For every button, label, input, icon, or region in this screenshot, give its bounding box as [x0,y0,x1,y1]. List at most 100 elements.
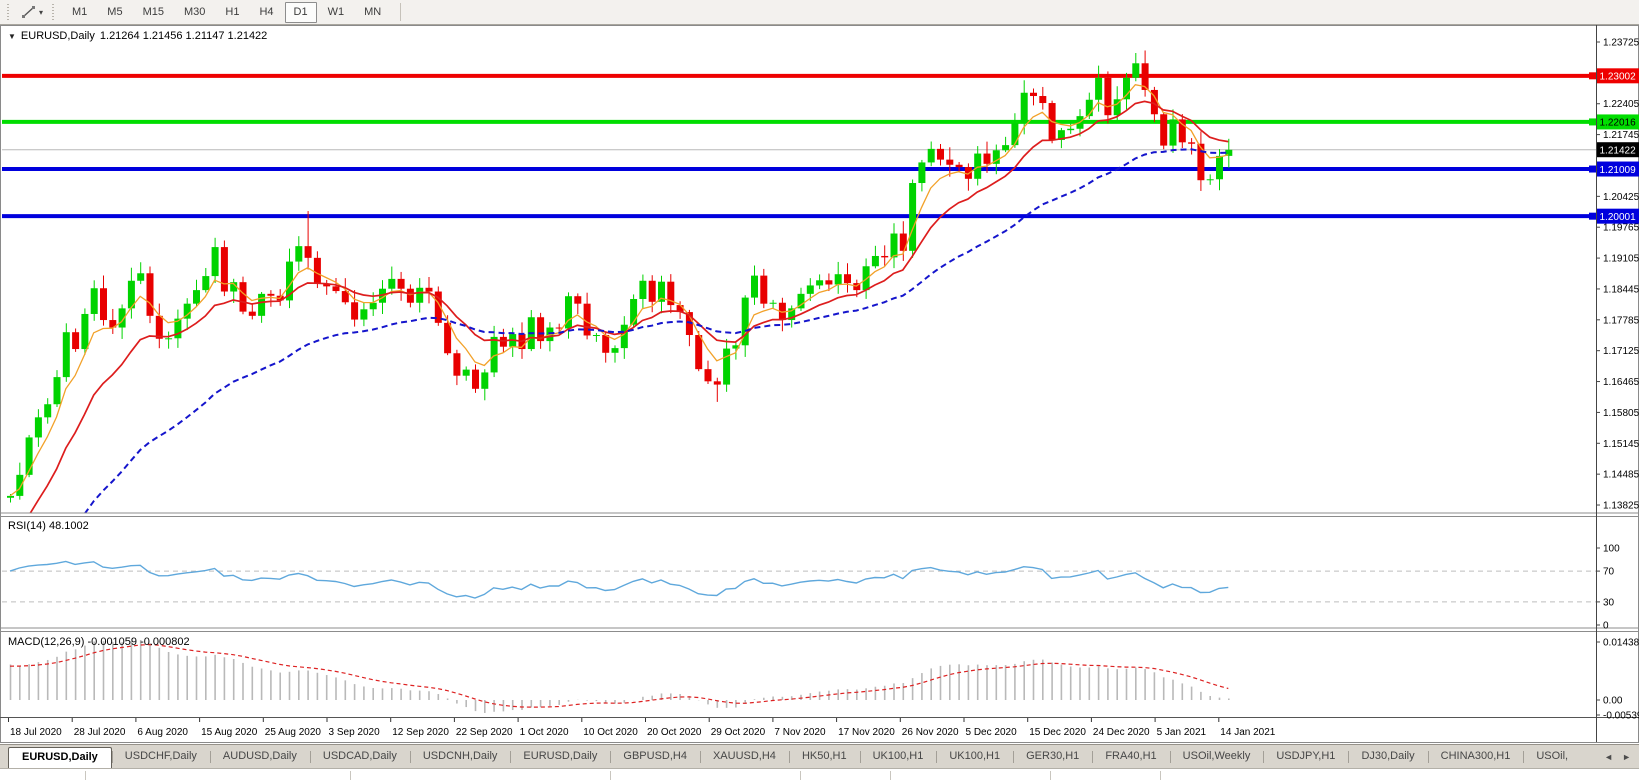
svg-text:1.23725: 1.23725 [1603,38,1639,49]
timeframe-button-m1[interactable]: M1 [63,2,96,23]
tab-scroll-controls: ◄ ► [1593,745,1639,768]
level-handle-support-blue-1[interactable] [1589,166,1596,173]
chart-tab-eurusd-daily-0[interactable]: EURUSD,Daily [8,747,112,768]
svg-text:1.21745: 1.21745 [1603,130,1639,141]
svg-text:29 Oct 2020: 29 Oct 2020 [711,727,766,738]
svg-text:5 Jan 2021: 5 Jan 2021 [1157,727,1207,738]
svg-text:1.15805: 1.15805 [1603,408,1639,419]
svg-text:0: 0 [1603,621,1609,632]
chart-tab-usoil--17[interactable]: USOil, [1523,745,1581,768]
tab-scroll-left-icon[interactable]: ◄ [1601,750,1616,764]
svg-text:15 Aug 2020: 15 Aug 2020 [201,727,258,738]
timeframe-button-m5[interactable]: M5 [98,2,131,23]
macd-signal-line [10,645,1228,708]
svg-text:1 Oct 2020: 1 Oct 2020 [520,727,569,738]
price-badge-text-support-blue-2: 1.20001 [1600,212,1637,223]
level-handle-resistance-red[interactable] [1589,72,1596,79]
chart-ohlc-values: 1.21264 1.21456 1.21147 1.21422 [100,30,267,42]
price-badge-text-support-blue-1: 1.21009 [1600,165,1637,176]
chart-tab-uk100-h1-9[interactable]: UK100,H1 [860,745,937,768]
status-bar [0,768,1639,780]
svg-text:28 Jul 2020: 28 Jul 2020 [74,727,126,738]
svg-text:-0.005396: -0.005396 [1603,711,1639,722]
svg-text:1.18445: 1.18445 [1603,284,1639,295]
svg-text:17 Nov 2020: 17 Nov 2020 [838,727,895,738]
level-handle-resistance-green[interactable] [1589,118,1596,125]
toolbar-separator [400,3,401,21]
chart-tab-usdchf-daily-1[interactable]: USDCHF,Daily [112,745,210,768]
ma-fast-line [10,85,1228,496]
svg-text:7 Nov 2020: 7 Nov 2020 [774,727,826,738]
line-tool-button[interactable]: ▾ [18,3,46,21]
chart-tab-dj30-daily-15[interactable]: DJ30,Daily [1348,745,1427,768]
svg-text:100: 100 [1603,544,1620,555]
svg-text:1.22405: 1.22405 [1603,99,1639,110]
toolbar-grip[interactable] [7,4,12,20]
chart-tab-audusd-daily-2[interactable]: AUDUSD,Daily [210,745,310,768]
rsi-indicator-value: 48.1002 [49,520,89,532]
level-handle-support-blue-2[interactable] [1589,213,1596,220]
chart-tab-eurusd-daily-5[interactable]: EURUSD,Daily [510,745,610,768]
chart-tabs: EURUSD,DailyUSDCHF,DailyAUDUSD,DailyUSDC… [8,745,1581,768]
svg-text:6 Aug 2020: 6 Aug 2020 [137,727,188,738]
chart-tab-hk50-h1-8[interactable]: HK50,H1 [789,745,860,768]
svg-text:1.16465: 1.16465 [1603,377,1639,388]
svg-text:26 Nov 2020: 26 Nov 2020 [902,727,959,738]
svg-text:1.19765: 1.19765 [1603,223,1639,234]
svg-text:18 Jul 2020: 18 Jul 2020 [10,727,62,738]
tab-scroll-right-icon[interactable]: ► [1619,750,1634,764]
top-toolbar: ▾ M1M5M15M30H1H4D1W1MN [0,0,1639,25]
chart-tab-xauusd-h4-7[interactable]: XAUUSD,H4 [700,745,789,768]
line-tool-icon [21,5,37,19]
timeframe-button-mn[interactable]: MN [355,2,390,23]
chart-tab-china300-h1-16[interactable]: CHINA300,H1 [1428,745,1524,768]
price-badge-text-resistance-red: 1.23002 [1600,72,1637,83]
chart-tab-usdcnh-daily-4[interactable]: USDCNH,Daily [410,745,511,768]
chart-tab-usdjpy-h1-14[interactable]: USDJPY,H1 [1263,745,1348,768]
svg-text:1.20425: 1.20425 [1603,192,1639,203]
horizontal-levels-layer [2,76,1596,216]
chart-tab-usdcad-daily-3[interactable]: USDCAD,Daily [310,745,410,768]
chart-tab-uk100-h1-10[interactable]: UK100,H1 [936,745,1013,768]
timeframe-button-d1[interactable]: D1 [285,2,317,23]
svg-text:25 Aug 2020: 25 Aug 2020 [265,727,322,738]
chart-tab-usoil-weekly-13[interactable]: USOil,Weekly [1170,745,1264,768]
macd-indicator-values: -0.001059 -0.000802 [87,636,189,648]
svg-text:30: 30 [1603,597,1615,608]
rsi-indicator-name: RSI(14) [8,520,46,532]
svg-text:22 Sep 2020: 22 Sep 2020 [456,727,513,738]
svg-text:0.014384: 0.014384 [1603,638,1639,649]
chart-tab-fra40-h1-12[interactable]: FRA40,H1 [1092,745,1169,768]
svg-text:14 Jan 2021: 14 Jan 2021 [1220,727,1275,738]
price-badge-text-current-bid: 1.21422 [1600,146,1637,157]
timeframe-button-m30[interactable]: M30 [175,2,214,23]
svg-text:0.00: 0.00 [1603,696,1623,707]
timeframe-button-h1[interactable]: H1 [216,2,248,23]
svg-text:10 Oct 2020: 10 Oct 2020 [583,727,638,738]
chart-frame [1,26,1639,743]
svg-text:20 Oct 2020: 20 Oct 2020 [647,727,702,738]
svg-text:12 Sep 2020: 12 Sep 2020 [392,727,449,738]
chart-window: 1.23725 1.22405 1.21745 1.20425 1.19765 1.191… [0,25,1639,744]
timeframe-button-w1[interactable]: W1 [319,2,354,23]
timeframe-button-group: M1M5M15M30H1H4D1W1MN [62,2,391,23]
svg-text:24 Dec 2020: 24 Dec 2020 [1093,727,1150,738]
price-badge-text-resistance-green: 1.22016 [1600,118,1637,129]
svg-text:5 Dec 2020: 5 Dec 2020 [966,727,1018,738]
svg-text:1.19105: 1.19105 [1603,254,1639,265]
rsi-pane-label: RSI(14) 48.1002 [8,520,89,532]
collapse-triangle-icon[interactable]: ▼ [8,32,16,41]
price-axis: 1.23725 1.22405 1.21745 1.20425 1.19765 1.191… [1596,25,1639,742]
timeframe-button-m15[interactable]: M15 [134,2,173,23]
caret-down-icon[interactable]: ▾ [39,8,43,17]
chart-tab-bar: EURUSD,DailyUSDCHF,DailyAUDUSD,DailyUSDC… [0,744,1639,768]
chart-title: ▼ EURUSD,Daily 1.21264 1.21456 1.21147 1… [8,30,267,42]
chart-tab-ger30-h1-11[interactable]: GER30,H1 [1013,745,1092,768]
svg-text:70: 70 [1603,567,1615,578]
toolbar-grip-2[interactable] [52,4,57,20]
rsi-line [10,562,1228,599]
chart-tab-gbpusd-h4-6[interactable]: GBPUSD,H4 [610,745,700,768]
timeframe-button-h4[interactable]: H4 [250,2,282,23]
svg-text:1.17125: 1.17125 [1603,346,1639,357]
chart-canvas[interactable]: 1.23725 1.22405 1.21745 1.20425 1.19765 1.191… [0,25,1639,744]
